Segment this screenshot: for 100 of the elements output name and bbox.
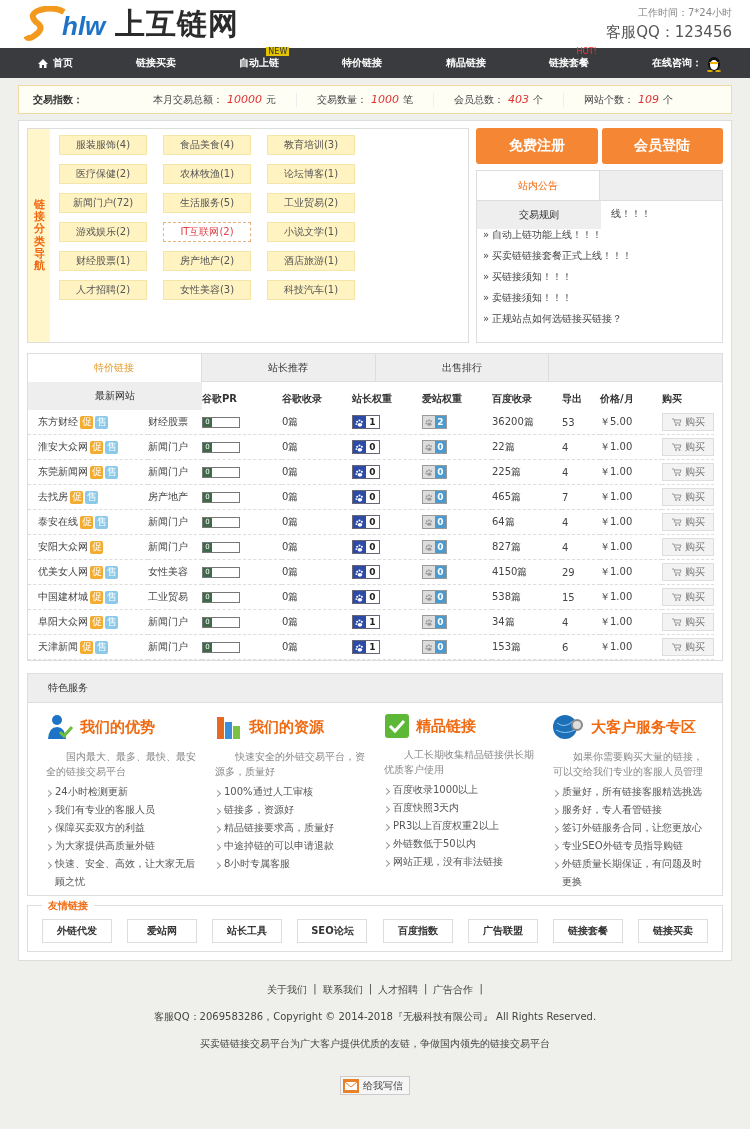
rules-dropdown-menu[interactable]: 交易规则 (477, 201, 601, 229)
notice-link[interactable]: » 正规站点如何选链接买链接？ (483, 312, 623, 326)
table-tab[interactable] (548, 354, 722, 382)
buy-button[interactable]: 购买 (662, 438, 714, 456)
site-name-link[interactable]: 淮安大众网 (38, 440, 88, 454)
table-tab[interactable]: 出售排行 (374, 354, 549, 382)
aizhan-weight-badge: 0 (422, 465, 447, 479)
site-name-link[interactable]: 中国建材城 (38, 590, 88, 604)
penguin-icon[interactable] (705, 54, 722, 72)
footer-link[interactable]: 联系我们 (322, 983, 363, 997)
service-point: 服务好，专人看管链接 (562, 803, 662, 817)
service-point: 100%通过人工审核 (224, 785, 313, 799)
footer-link[interactable]: 关于我们 (267, 983, 308, 997)
buy-button[interactable]: 购买 (662, 638, 714, 656)
mail-button[interactable]: 给我写信 (340, 1076, 410, 1095)
table-cell: 538篇 (492, 590, 522, 604)
friend-link[interactable]: 爱站网 (127, 919, 198, 943)
category-tag[interactable]: 科技汽车(1) (267, 280, 355, 300)
friend-link[interactable]: 链接套餐 (552, 919, 623, 943)
buy-button[interactable]: 购买 (662, 513, 714, 531)
category-tag[interactable]: 服装服饰(4) (59, 135, 147, 155)
table-cell: 0篇 (282, 415, 299, 429)
site-name-link[interactable]: 天津新闻 (38, 640, 78, 654)
friend-link[interactable]: SEO论坛 (297, 919, 368, 943)
category-tag[interactable]: 小说文学(1) (267, 222, 355, 242)
nav-item[interactable]: 特价链接 (342, 56, 383, 70)
site-name-link[interactable]: 东方财经 (38, 415, 78, 429)
site-name-link[interactable]: 优美女人网 (38, 565, 88, 579)
category-tag[interactable]: 酒店旅游(1) (267, 251, 355, 271)
category-tag[interactable]: 生活服务(5) (163, 193, 251, 213)
table-cell: 0篇 (282, 490, 299, 504)
friend-link[interactable]: 百度指数 (382, 919, 453, 943)
site-name-link[interactable]: 安阳大众网 (38, 540, 88, 554)
service-title: 精品链接 (416, 716, 476, 736)
friend-link[interactable]: 外链代发 (42, 919, 112, 943)
site-name-link[interactable]: 泰安在线 (38, 515, 78, 529)
aizhan-weight-badge: 0 (422, 540, 447, 554)
footer-link[interactable]: 人才招聘 (378, 983, 418, 997)
nav-item[interactable]: 首页 (38, 56, 73, 70)
new-tag: NEW (266, 47, 290, 56)
column-header: 价格/月 (600, 392, 635, 406)
category-tag[interactable]: 工业贸易(2) (267, 193, 355, 213)
site-name-link[interactable]: 东莞新闻网 (38, 465, 88, 479)
buy-button[interactable]: 购买 (662, 538, 714, 556)
table-cell: 新闻门户 (148, 540, 188, 554)
check-icon (384, 713, 410, 739)
table-cell: 6 (562, 641, 569, 653)
consult-label: 在线咨询： (651, 56, 702, 70)
aizhan-weight-badge: 0 (422, 615, 447, 629)
table-cell: ￥1.00 (600, 490, 633, 504)
buy-button[interactable]: 购买 (662, 463, 714, 481)
table-cell: ￥1.00 (600, 540, 633, 554)
nav-item[interactable]: 链接买卖 (136, 56, 177, 70)
friend-link[interactable]: 广告联盟 (467, 919, 538, 943)
friend-link[interactable]: 链接买卖 (638, 919, 708, 943)
nav-item[interactable]: 精品链接 (445, 56, 486, 70)
category-tag[interactable]: IT互联网(2) (163, 222, 251, 242)
buy-button[interactable]: 购买 (662, 613, 714, 631)
notice-link[interactable]: 线！！！ (611, 207, 651, 221)
table-cell: 0篇 (282, 615, 299, 629)
buy-button[interactable]: 购买 (662, 563, 714, 581)
notice-link[interactable]: » 买链接须知！！！ (483, 270, 573, 284)
site-name-link[interactable]: 去找房 (38, 490, 68, 504)
category-tag[interactable]: 医疗保健(2) (59, 164, 147, 184)
service-point: 中途掉链的可以申请退款 (224, 839, 334, 853)
cart-icon (671, 443, 682, 451)
notice-link[interactable]: » 卖链接须知！！！ (483, 291, 573, 305)
category-tag[interactable]: 人才招聘(2) (59, 280, 147, 300)
site-name-link[interactable]: 阜阳大众网 (38, 615, 88, 629)
table-cell: 新闻门户 (148, 515, 188, 529)
category-tag[interactable]: 游戏娱乐(2) (59, 222, 147, 242)
category-tag[interactable]: 食品美食(4) (163, 135, 251, 155)
notice-tab[interactable] (599, 171, 722, 200)
footer-link[interactable]: 广告合作 (433, 983, 474, 997)
category-tag[interactable]: 论坛博客(1) (267, 164, 355, 184)
table-tab[interactable]: 站长推荐 (200, 354, 375, 382)
category-tag[interactable]: 房产地产(2) (163, 251, 251, 271)
aizhan-weight-badge: 2 (422, 415, 447, 429)
category-tag[interactable]: 教育培训(3) (267, 135, 355, 155)
cart-icon (671, 418, 682, 426)
promo-tag: 促 (90, 590, 103, 604)
buy-button[interactable]: 购买 (662, 413, 714, 431)
friend-link[interactable]: 站长工具 (212, 919, 283, 943)
table-cell: 新闻门户 (148, 615, 188, 629)
nav-item[interactable]: 自动上链 (239, 56, 280, 70)
notice-link[interactable]: » 自动上链功能上线！！！ (483, 228, 603, 242)
category-tag[interactable]: 女性美容(3) (163, 280, 251, 300)
nav-item[interactable]: 链接套餐 (548, 56, 589, 70)
sale-tag: 售 (105, 440, 118, 454)
weight-badge: 1 (352, 640, 380, 654)
category-tag[interactable]: 农林牧渔(1) (163, 164, 251, 184)
table-cell: 4 (562, 441, 569, 453)
site-name: 上互链网 (115, 4, 240, 43)
buy-button[interactable]: 购买 (662, 488, 714, 506)
notice-link[interactable]: » 买卖链链接套餐正式上线！！！ (483, 249, 633, 263)
buy-button[interactable]: 购买 (662, 588, 714, 606)
category-tag[interactable]: 财经股票(1) (59, 251, 147, 271)
category-tag[interactable]: 新闻门户(72) (59, 193, 147, 213)
category-sidebar-title: 链接分类导航 (28, 129, 50, 342)
weight-badge: 0 (352, 440, 380, 454)
